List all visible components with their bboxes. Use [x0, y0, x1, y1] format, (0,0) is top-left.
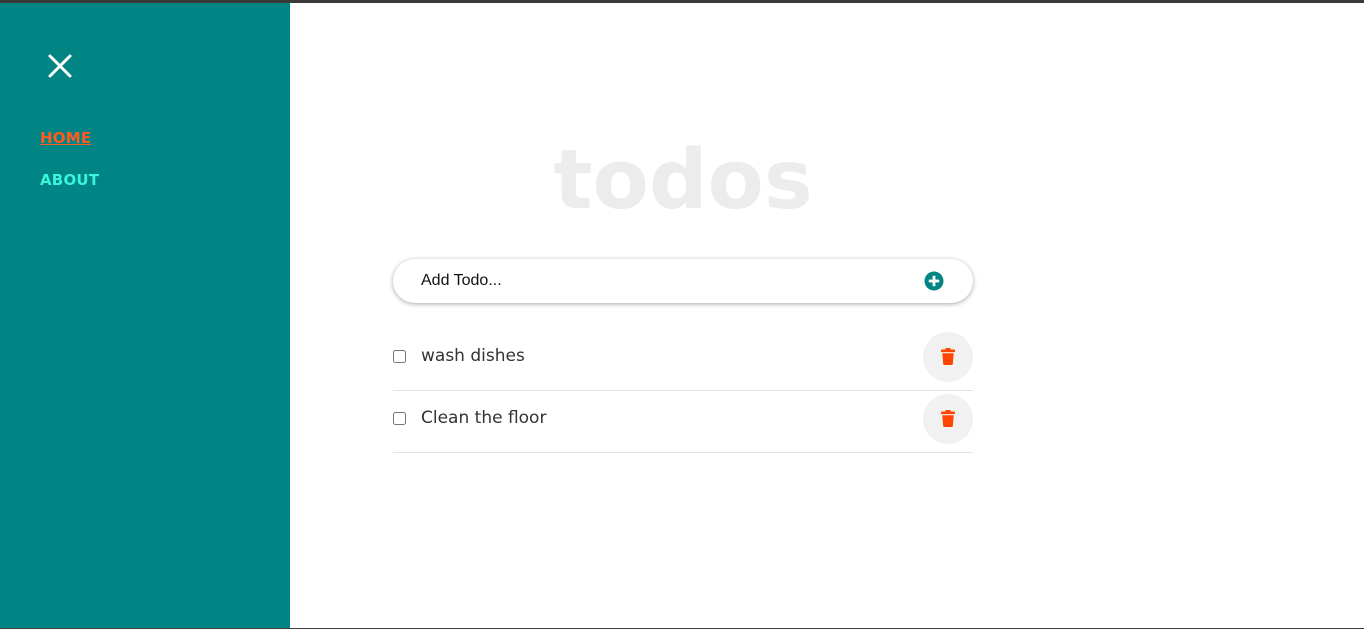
delete-todo-button[interactable] — [923, 332, 973, 382]
todo-text: wash dishes — [421, 346, 525, 366]
todo-checkbox[interactable] — [393, 350, 406, 363]
delete-todo-button[interactable] — [923, 394, 973, 444]
todo-item: wash dishes — [393, 329, 973, 391]
nav-link-about[interactable]: ABOUT — [40, 171, 99, 189]
trash-icon — [941, 348, 955, 365]
sidebar: HOME ABOUT — [0, 3, 290, 628]
close-icon[interactable] — [44, 50, 76, 82]
todo-item: Clean the floor — [393, 391, 973, 453]
app-title: todos — [553, 133, 813, 228]
plus-circle-icon[interactable] — [924, 271, 944, 291]
nav-link-home[interactable]: HOME — [40, 129, 91, 147]
main-content: todos wash dishes Clean the — [290, 3, 1364, 628]
trash-icon — [941, 410, 955, 427]
add-todo-input[interactable] — [421, 259, 901, 303]
todo-text: Clean the floor — [421, 408, 547, 428]
todo-list: wash dishes Clean the floor — [393, 329, 973, 453]
todo-checkbox[interactable] — [393, 412, 406, 425]
add-todo-bar — [393, 259, 973, 303]
